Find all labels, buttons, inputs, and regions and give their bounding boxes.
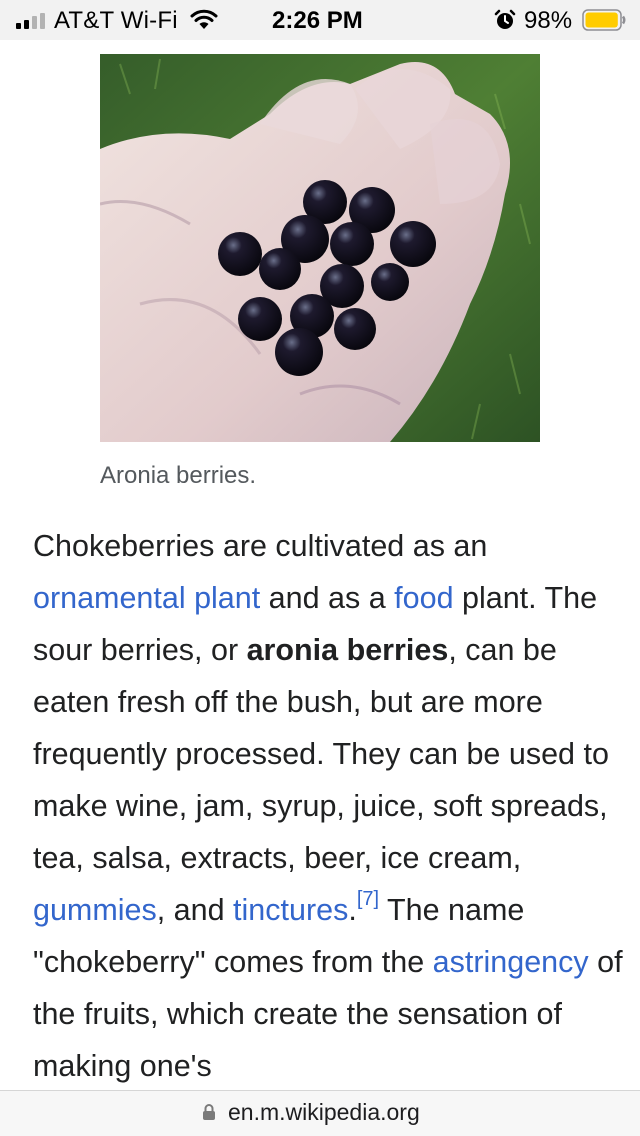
link-food[interactable]: food (394, 581, 453, 615)
paragraph-text: and as a (260, 581, 395, 615)
battery-percent: 98% (524, 7, 573, 34)
status-bar: AT&T Wi-Fi 2:26 PM 98% (0, 0, 640, 40)
wifi-icon (190, 9, 218, 29)
link-tinctures[interactable]: tinctures (233, 893, 348, 927)
bold-aronia-berries: aronia berries (246, 633, 449, 667)
paragraph-text: . (348, 893, 357, 927)
carrier-label: AT&T Wi-Fi (54, 7, 178, 34)
image-caption: Aronia berries. (100, 462, 257, 489)
paragraph-text: Chokeberries are cultivated as an (33, 529, 488, 563)
url-text[interactable]: en.m.wikipedia.org (228, 1099, 420, 1126)
signal-icon (16, 13, 45, 29)
battery-icon (582, 9, 626, 31)
status-time: 2:26 PM (272, 7, 363, 34)
reference-7[interactable]: [7] (357, 888, 379, 910)
paragraph-text: , can be eaten fresh off the bush, but a… (33, 633, 609, 875)
article-paragraph: Chokeberries are cultivated as an orname… (33, 520, 628, 1092)
link-gummies[interactable]: gummies (33, 893, 157, 927)
link-ornamental-plant[interactable]: ornamental plant (33, 581, 260, 615)
paragraph-text: , and (156, 893, 234, 927)
alarm-icon (494, 9, 516, 29)
link-astringency[interactable]: astringency (433, 945, 589, 979)
aronia-berries-image[interactable] (100, 54, 540, 442)
lock-icon (203, 1104, 215, 1120)
